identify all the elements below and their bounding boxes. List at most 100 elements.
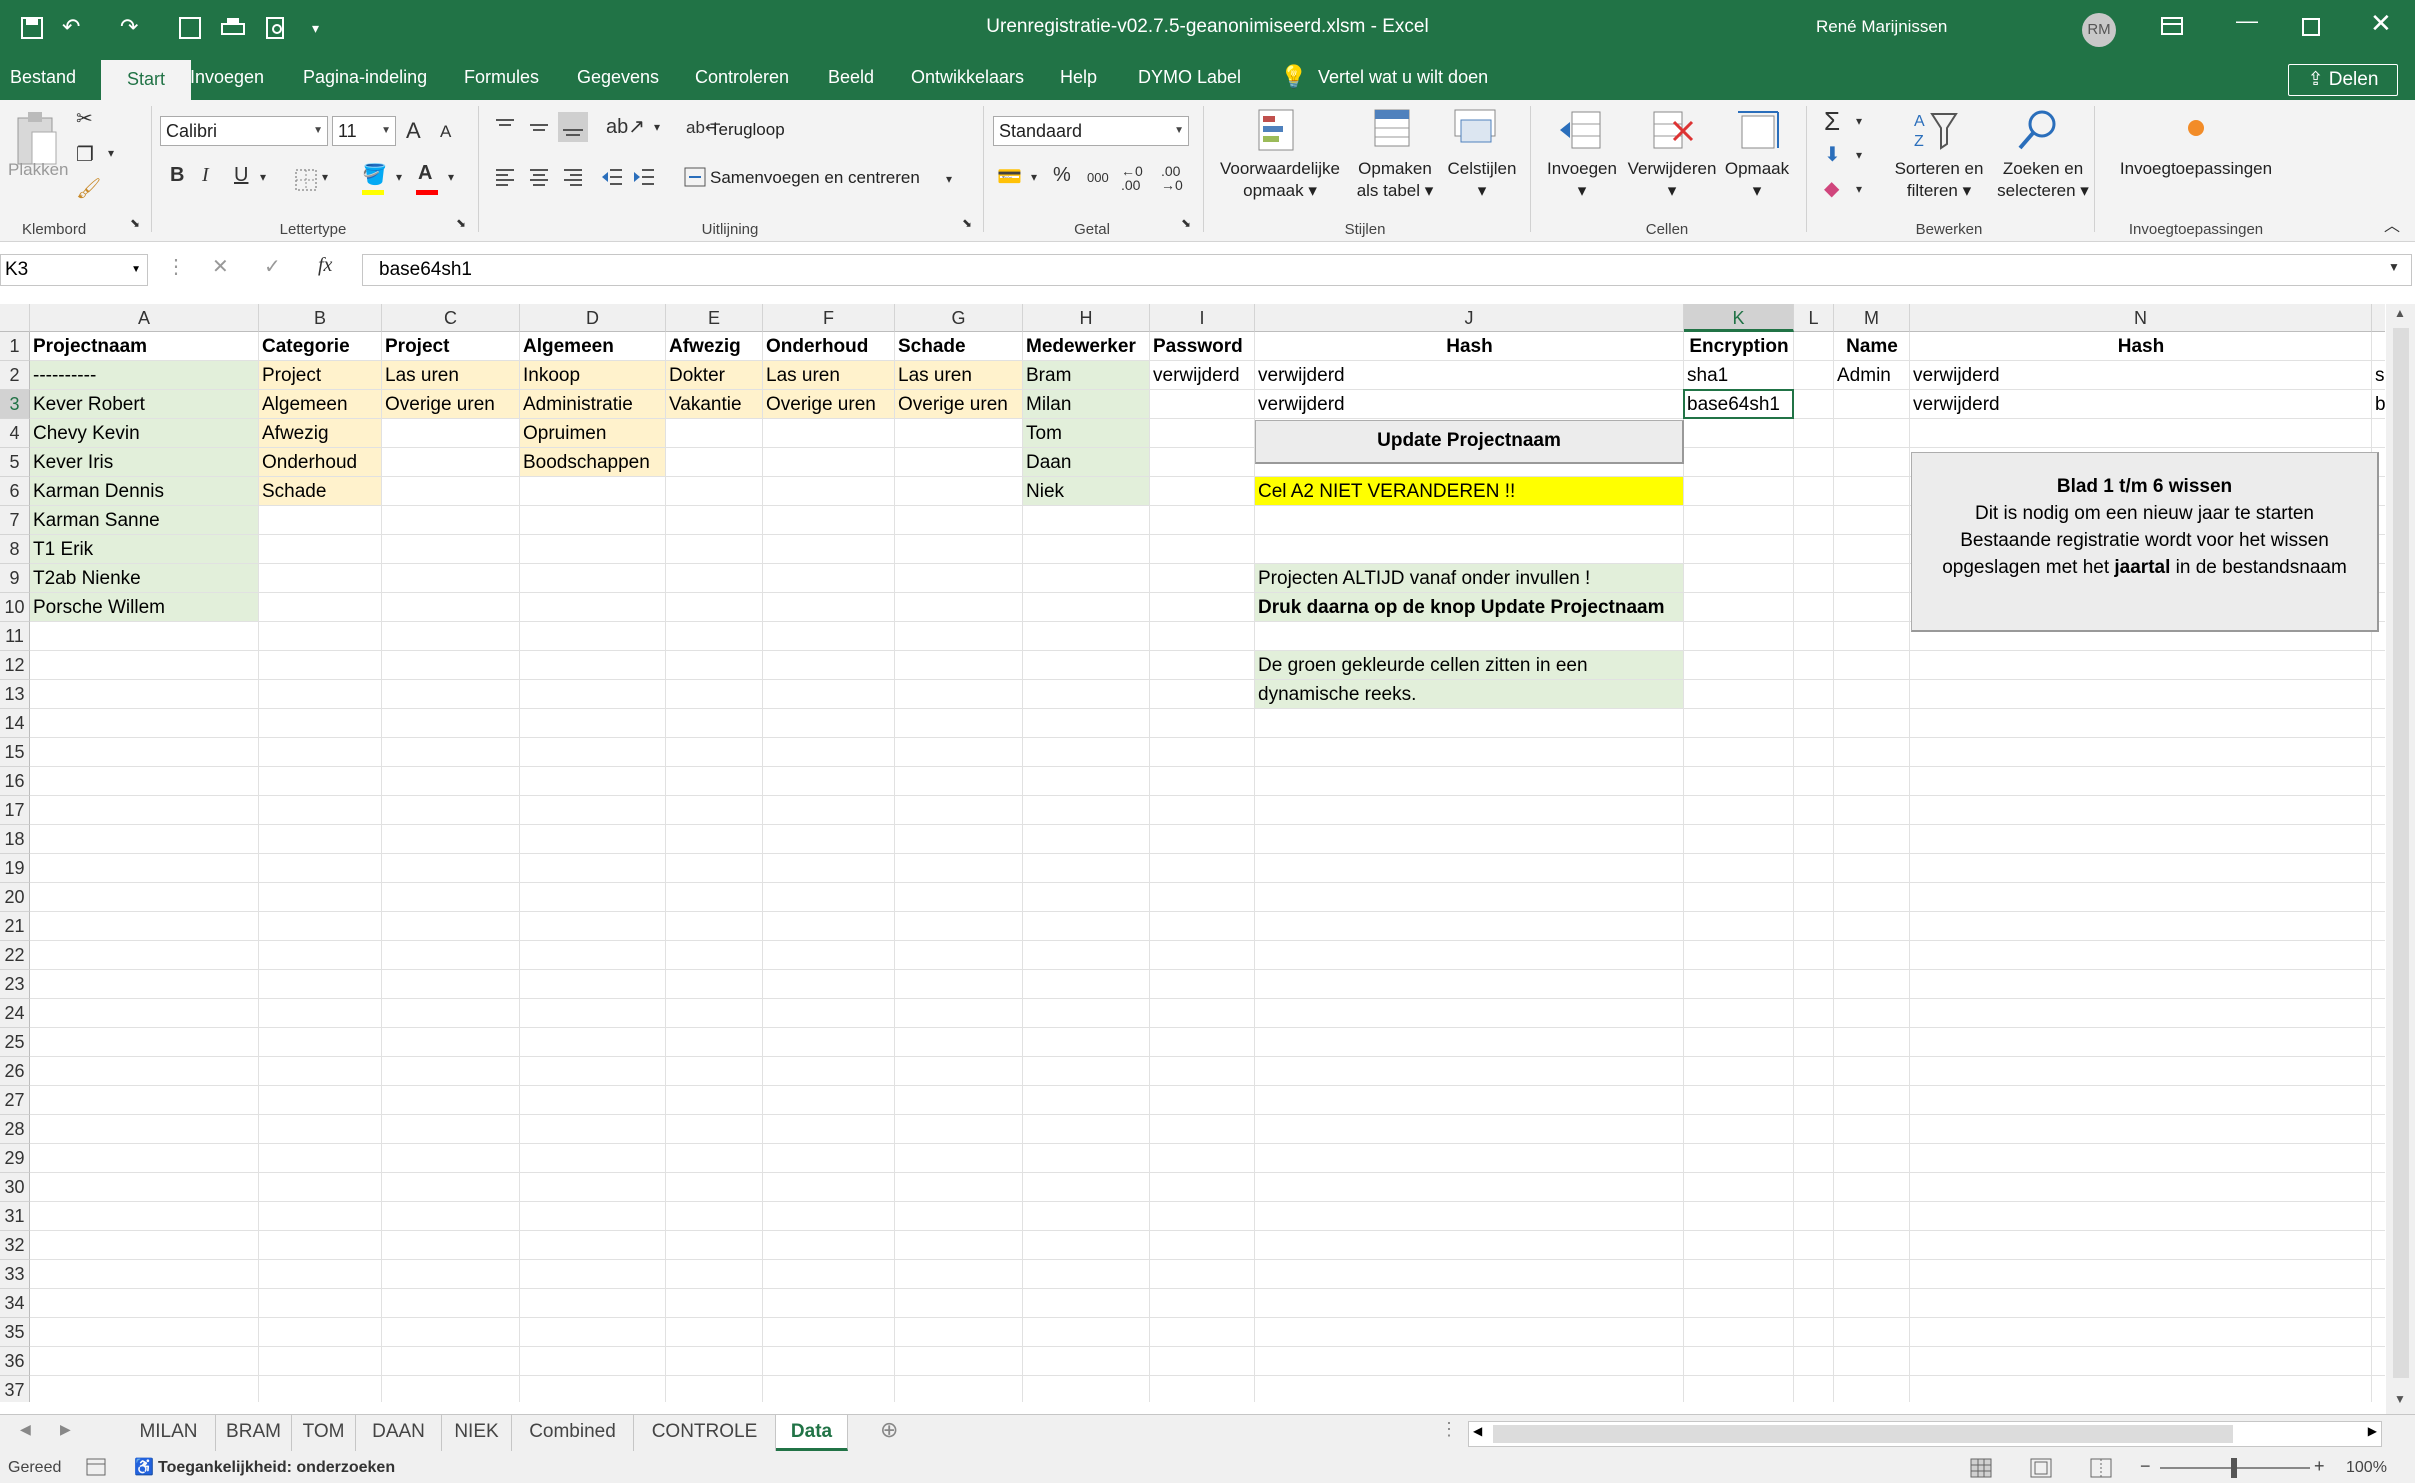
find-select-icon[interactable]	[2016, 108, 2062, 154]
row-header-29[interactable]: 29	[0, 1144, 30, 1173]
row-header-32[interactable]: 32	[0, 1231, 30, 1260]
row-header-19[interactable]: 19	[0, 854, 30, 883]
name-box[interactable]: K3 ▼	[0, 254, 148, 286]
wrap-text-button[interactable]: Terugloop	[710, 120, 785, 140]
currency-icon[interactable]: 💳	[997, 164, 1022, 189]
decrease-indent-icon[interactable]	[600, 166, 624, 188]
enter-icon[interactable]: ✓	[264, 254, 281, 279]
scroll-left-icon[interactable]: ◀	[1473, 1424, 1482, 1438]
vertical-scrollbar[interactable]: ▲ ▼	[2386, 304, 2415, 1414]
number-format-combo[interactable]: Standaard ▼	[993, 116, 1189, 146]
sheet-tab-bram[interactable]: BRAM	[216, 1415, 292, 1451]
row-header-23[interactable]: 23	[0, 970, 30, 999]
share-button[interactable]: ⇪ Delen	[2288, 64, 2398, 96]
autosum-dropdown-icon[interactable]: ▾	[1856, 114, 1862, 128]
update-projectnaam-button[interactable]: Update Projectnaam	[1255, 420, 1684, 464]
cell-a4[interactable]: Chevy Kevin	[30, 419, 259, 448]
scroll-up-icon[interactable]: ▲	[2394, 306, 2406, 320]
cell-styles-button[interactable]: Celstijlen ▾	[1437, 158, 1527, 202]
vertical-scroll-thumb[interactable]	[2393, 328, 2409, 1378]
cell-g1[interactable]: Schade	[895, 332, 1023, 361]
fill-dropdown-icon[interactable]: ▾	[1856, 148, 1862, 162]
cell-f3[interactable]: Overige uren	[763, 390, 895, 419]
row-header-25[interactable]: 25	[0, 1028, 30, 1057]
row-header-37[interactable]: 37	[0, 1376, 30, 1402]
zoom-out-icon[interactable]: −	[2140, 1456, 2151, 1477]
tab-ontwikkelaars[interactable]: Ontwikkelaars	[901, 58, 1034, 100]
row-header-17[interactable]: 17	[0, 796, 30, 825]
column-header-l[interactable]: L	[1794, 304, 1834, 332]
font-color-icon[interactable]: A	[418, 162, 432, 185]
row-header-1[interactable]: 1	[0, 332, 30, 361]
italic-button[interactable]: I	[202, 164, 209, 187]
cell-i2[interactable]: verwijderd	[1150, 361, 1255, 390]
tab-start[interactable]: Start	[101, 60, 191, 100]
zoom-in-icon[interactable]: +	[2314, 1456, 2325, 1477]
cell-b6[interactable]: Schade	[259, 477, 382, 506]
ribbon-display-icon[interactable]	[2160, 16, 2184, 36]
cell-d2[interactable]: Inkoop	[520, 361, 666, 390]
align-right-icon[interactable]	[562, 166, 584, 188]
font-name-combo[interactable]: Calibri ▼	[160, 116, 328, 146]
column-header-a[interactable]: A	[30, 304, 259, 332]
normal-view-icon[interactable]	[1970, 1458, 1992, 1478]
tab-gegevens[interactable]: Gegevens	[567, 58, 669, 100]
cell-n3[interactable]: verwijderd	[1910, 390, 2372, 419]
cut-icon[interactable]: ✂	[76, 106, 93, 131]
cell-h3[interactable]: Milan	[1023, 390, 1150, 419]
row-header-20[interactable]: 20	[0, 883, 30, 912]
user-name[interactable]: René Marijnissen	[1816, 17, 1947, 37]
cell-e3[interactable]: Vakantie	[666, 390, 763, 419]
paste-label[interactable]: Plakken	[8, 160, 68, 180]
fill-icon[interactable]: ⬇	[1824, 142, 1841, 167]
column-header-c[interactable]: C	[382, 304, 520, 332]
align-center-icon[interactable]	[528, 166, 550, 188]
sheet-tab-data[interactable]: Data	[776, 1415, 848, 1451]
format-as-table-icon[interactable]	[1373, 108, 1415, 154]
row-header-2[interactable]: 2	[0, 361, 30, 390]
row-header-3[interactable]: 3	[0, 390, 30, 419]
column-header-j[interactable]: J	[1255, 304, 1684, 332]
row-header-30[interactable]: 30	[0, 1173, 30, 1202]
increase-indent-icon[interactable]	[632, 166, 656, 188]
accessibility-icon[interactable]: ♿	[134, 1457, 154, 1477]
align-top-icon[interactable]	[494, 116, 516, 138]
cell-a6[interactable]: Karman Dennis	[30, 477, 259, 506]
merge-center-button[interactable]: Samenvoegen en centreren	[710, 168, 920, 188]
shrink-font-icon[interactable]: A	[440, 122, 451, 142]
format-cells-button[interactable]: Opmaak ▾	[1712, 158, 1802, 202]
cell-d4[interactable]: Opruimen	[520, 419, 666, 448]
cell-c3[interactable]: Overige uren	[382, 390, 520, 419]
row-header-28[interactable]: 28	[0, 1115, 30, 1144]
cell-f1[interactable]: Onderhoud	[763, 332, 895, 361]
comma-style-button[interactable]: 000	[1087, 170, 1109, 185]
cell-g2[interactable]: Las uren	[895, 361, 1023, 390]
tab-controleren[interactable]: Controleren	[685, 58, 799, 100]
borders-icon[interactable]	[294, 168, 318, 192]
row-header-5[interactable]: 5	[0, 448, 30, 477]
sheet-tab-combined[interactable]: Combined	[512, 1415, 634, 1451]
font-size-combo[interactable]: 11 ▼	[332, 116, 396, 146]
cell-m2[interactable]: Admin	[1834, 361, 1910, 390]
zoom-slider-thumb[interactable]	[2231, 1458, 2237, 1478]
cell-n2[interactable]: verwijderd	[1910, 361, 2372, 390]
cell-c1[interactable]: Project	[382, 332, 520, 361]
row-header-34[interactable]: 34	[0, 1289, 30, 1318]
cell-j10[interactable]: Druk daarna op de knop Update Projectnaa…	[1255, 593, 1684, 622]
align-left-icon[interactable]	[494, 166, 516, 188]
addins-icon[interactable]	[2186, 118, 2206, 138]
cell-b5[interactable]: Onderhoud	[259, 448, 382, 477]
clear-icon[interactable]: ◆	[1824, 176, 1839, 201]
cell-a7[interactable]: Karman Sanne	[30, 506, 259, 535]
clipboard-launcher-icon[interactable]: ⬊	[130, 216, 140, 230]
increase-decimal-icon[interactable]: ←0.00	[1121, 164, 1143, 192]
tab-beeld[interactable]: Beeld	[818, 58, 884, 100]
row-header-9[interactable]: 9	[0, 564, 30, 593]
tab-splitter-icon[interactable]: ⋮	[1440, 1419, 1458, 1440]
delete-cells-icon[interactable]	[1650, 108, 1696, 154]
scroll-right-icon[interactable]: ▶	[2368, 1424, 2377, 1438]
cell-h2[interactable]: Bram	[1023, 361, 1150, 390]
cell-o3[interactable]: b	[2372, 390, 2385, 419]
row-header-10[interactable]: 10	[0, 593, 30, 622]
cell-f2[interactable]: Las uren	[763, 361, 895, 390]
